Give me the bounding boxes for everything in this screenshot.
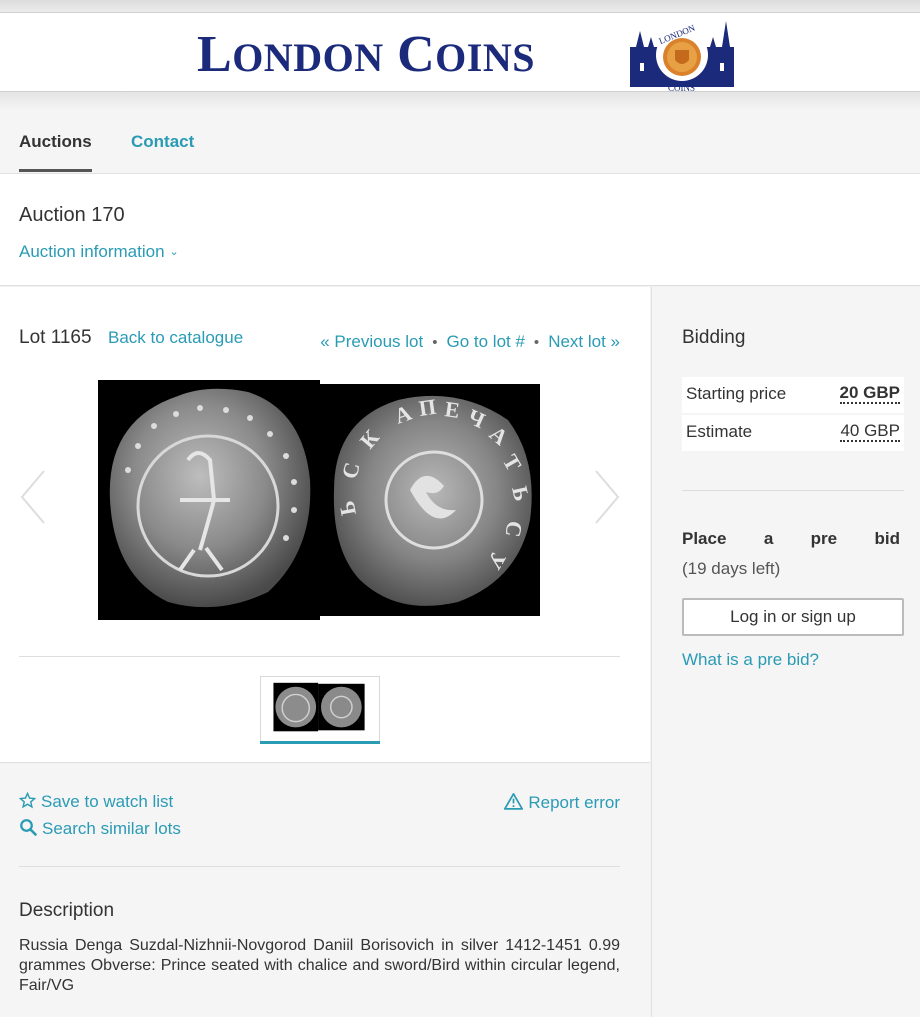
description-heading: Description bbox=[19, 900, 115, 921]
nav-separator: • bbox=[533, 334, 540, 351]
bidding-heading: Bidding bbox=[682, 327, 746, 348]
main-nav: Auctions Contact bbox=[0, 110, 920, 174]
lot-details: Save to watch list Search similar lots R… bbox=[0, 764, 650, 1017]
gallery-divider bbox=[19, 656, 620, 657]
what-is-pre-bid-link[interactable]: What is a pre bid? bbox=[682, 650, 819, 670]
prebid-word: pre bbox=[810, 529, 838, 548]
search-icon bbox=[20, 819, 37, 836]
warning-triangle-icon bbox=[504, 793, 524, 810]
go-to-lot-link[interactable]: Go to lot # bbox=[446, 332, 524, 351]
report-error-link[interactable]: Report error bbox=[504, 792, 620, 813]
tab-auctions[interactable]: Auctions bbox=[19, 132, 92, 172]
svg-text:П: П bbox=[417, 394, 437, 421]
bidding-table: Starting price 20 GBP Estimate 40 GBP bbox=[682, 377, 904, 453]
prebid-word: bid bbox=[874, 529, 901, 548]
starting-price-value[interactable]: 20 GBP bbox=[839, 384, 900, 404]
banner-shadow bbox=[0, 92, 920, 110]
sidebar-divider bbox=[682, 490, 904, 491]
bidding-sidebar: Bidding Starting price 20 GBP Estimate 4… bbox=[651, 287, 920, 1017]
days-left: (19 days left) bbox=[682, 559, 781, 578]
brand-initial-2: C bbox=[397, 26, 436, 83]
lot-navigation: « Previous lot • Go to lot # • Next lot » bbox=[320, 332, 620, 352]
chevron-down-icon: ⌄ bbox=[169, 246, 179, 258]
auction-information-toggle[interactable]: Auction information ⌄ bbox=[19, 242, 179, 262]
starting-price-row: Starting price 20 GBP bbox=[682, 377, 904, 415]
carousel-prev-arrow-icon[interactable] bbox=[18, 467, 48, 527]
auction-header: Auction 170 Auction information ⌄ bbox=[0, 174, 920, 286]
star-icon bbox=[19, 792, 36, 809]
nav-separator: • bbox=[432, 334, 438, 351]
save-to-watch-list-link[interactable]: Save to watch list bbox=[19, 792, 173, 812]
description-text: Russia Denga Suzdal-Nizhnii-Novgorod Dan… bbox=[19, 937, 620, 994]
auction-title: Auction 170 bbox=[19, 204, 125, 226]
prebid-word: a bbox=[763, 529, 774, 548]
brand-word-2: OINS bbox=[435, 35, 535, 80]
back-to-catalogue-link[interactable]: Back to catalogue bbox=[108, 328, 243, 348]
site-banner: LONDON COINS LONDON COINS bbox=[0, 12, 920, 93]
brand-wordmark[interactable]: LONDON COINS bbox=[197, 27, 535, 86]
search-similar-lots-label: Search similar lots bbox=[42, 819, 181, 838]
coin-image[interactable]: А П Е Ч А Т Ь С У К С Ь bbox=[98, 380, 540, 620]
tab-contact[interactable]: Contact bbox=[131, 132, 194, 152]
estimate-value[interactable]: 40 GBP bbox=[840, 422, 900, 442]
top-strip bbox=[0, 0, 920, 12]
search-similar-lots-link[interactable]: Search similar lots bbox=[19, 818, 181, 839]
london-coins-logo[interactable]: LONDON COINS bbox=[628, 17, 736, 93]
save-to-watch-list-label: Save to watch list bbox=[41, 792, 174, 811]
actions-divider bbox=[19, 866, 620, 867]
estimate-row: Estimate 40 GBP bbox=[682, 415, 904, 453]
prebid-word: Place bbox=[682, 529, 727, 548]
coin-thumbnail[interactable] bbox=[260, 676, 380, 742]
lot-number: Lot 1165 bbox=[19, 327, 92, 348]
starting-price-label: Starting price bbox=[686, 384, 787, 403]
auction-information-label: Auction information bbox=[19, 242, 165, 261]
lot-panel: Lot 1165 Back to catalogue « Previous lo… bbox=[0, 287, 650, 763]
place-pre-bid-heading: Place a pre bid bbox=[682, 529, 900, 549]
brand-word-1: ONDON bbox=[232, 35, 384, 80]
next-lot-link[interactable]: Next lot » bbox=[548, 332, 620, 351]
previous-lot-link[interactable]: « Previous lot bbox=[320, 332, 423, 351]
brand-initial-1: L bbox=[197, 26, 233, 83]
report-error-label: Report error bbox=[528, 793, 620, 812]
thumbnail-active-indicator bbox=[260, 741, 380, 744]
estimate-label: Estimate bbox=[686, 422, 753, 441]
carousel-next-arrow-icon[interactable] bbox=[592, 467, 622, 527]
log-in-or-sign-up-button[interactable]: Log in or sign up bbox=[682, 598, 904, 636]
